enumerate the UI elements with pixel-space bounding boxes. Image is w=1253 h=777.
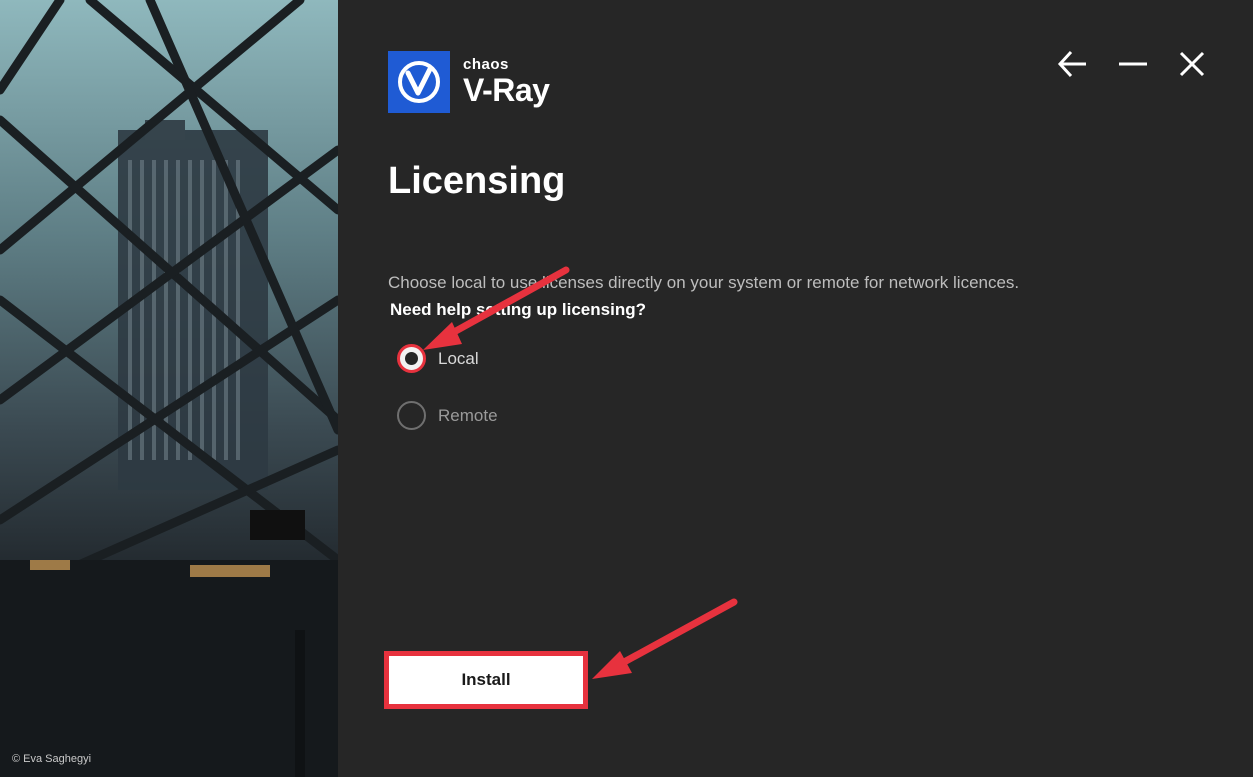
photo-credit: © Eva Saghegyi (12, 753, 92, 765)
licensing-help-link[interactable]: Need help setting up licensing? (390, 300, 646, 320)
remote-license-option[interactable]: Remote (397, 401, 498, 430)
minimize-icon (1119, 62, 1147, 66)
remote-radio[interactable] (397, 401, 426, 430)
architecture-illustration (0, 0, 338, 777)
hero-image: © Eva Saghegyi (0, 0, 338, 777)
vray-logo: chaos V-Ray (388, 51, 550, 113)
local-radio[interactable] (397, 344, 426, 373)
local-radio-label: Local (438, 348, 479, 368)
arrow-to-install-button (592, 598, 738, 679)
back-button[interactable] (1052, 44, 1092, 84)
arrow-left-icon (1057, 50, 1086, 78)
brand-name: chaos (463, 56, 509, 73)
remote-radio-label: Remote (438, 405, 498, 425)
local-license-option[interactable]: Local (397, 344, 479, 373)
product-name: V-Ray (463, 72, 550, 108)
installer-window: © Eva Saghegyi chaos V-Ray Licensing Cho… (0, 0, 1253, 777)
close-button[interactable] (1172, 44, 1212, 84)
minimize-button[interactable] (1113, 44, 1153, 84)
page-title: Licensing (388, 160, 566, 202)
install-button[interactable]: Install (384, 651, 588, 709)
close-icon (1179, 51, 1205, 77)
license-description: Choose local to use licenses directly on… (388, 273, 1020, 292)
vray-v-icon (388, 51, 450, 113)
